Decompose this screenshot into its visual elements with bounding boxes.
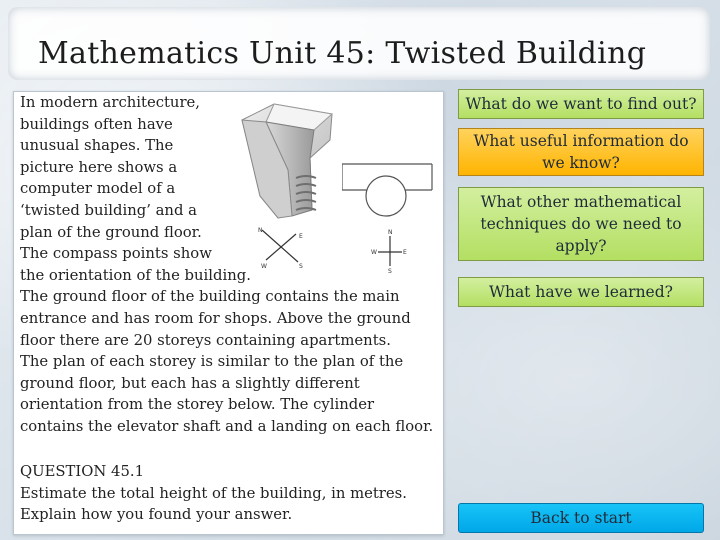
techniques-button[interactable]: What other mathematical techniques do we… <box>458 187 704 261</box>
question-text: Explain how you found your answer. <box>20 506 293 524</box>
page-title: Mathematics Unit 45: Twisted Building <box>38 36 647 71</box>
question-text: Estimate the total height of the buildin… <box>20 484 407 502</box>
text-line: buildings often have <box>20 115 173 133</box>
title-box: Mathematics Unit 45: Twisted Building <box>8 7 710 80</box>
compass-east-label: E <box>299 233 303 240</box>
back-to-start-button-label: Back to start <box>530 509 632 527</box>
text-line: entrance and has room for shops. Above t… <box>20 310 411 327</box>
text-line: orientation from the storey below. The c… <box>20 396 375 414</box>
problem-panel: In modern architecture, buildings often … <box>13 91 444 535</box>
compass-icon: N E S W <box>371 229 407 274</box>
text-line: The ground floor of the building contain… <box>20 288 400 306</box>
text-line: picture here shows a <box>20 158 178 176</box>
learned-button-label: What have we learned? <box>489 283 673 301</box>
text-line: computer model of a <box>20 180 176 198</box>
learned-button[interactable]: What have we learned? <box>458 277 704 307</box>
find-out-button[interactable]: What do we want to find out? <box>458 89 704 119</box>
text-line: The compass points show <box>20 245 212 263</box>
compass-east-label: E <box>403 249 407 256</box>
text-line: unusual shapes. The <box>20 137 174 155</box>
compass-north-label: N <box>388 229 393 236</box>
ground-floor-plan <box>342 163 433 217</box>
text-line: the orientation of the building. <box>20 266 251 284</box>
question-heading: QUESTION 45.1 <box>20 463 144 480</box>
techniques-button-label: What other mathematical techniques do we… <box>480 193 682 255</box>
text-line: contains the elevator shaft and a landin… <box>20 418 434 435</box>
find-out-button-label: What do we want to find out? <box>465 95 697 113</box>
text-line: In modern architecture, <box>20 94 200 111</box>
text-line: ‘twisted building’ and a <box>20 202 197 219</box>
text-line: plan of the ground floor. <box>20 223 202 241</box>
useful-info-button[interactable]: What useful information do we know? <box>458 128 704 176</box>
text-line: floor there are 20 storeys containing ap… <box>20 331 391 349</box>
back-to-start-button[interactable]: Back to start <box>458 503 704 533</box>
rotated-compass-icon: N E S W <box>258 227 303 270</box>
compass-west-label: W <box>261 263 267 270</box>
compass-west-label: W <box>371 249 377 256</box>
text-line: ground floor, but each has a slightly di… <box>20 374 360 392</box>
compass-north-label: N <box>258 227 263 234</box>
useful-info-button-label: What useful information do we know? <box>473 132 689 172</box>
text-line: The plan of each storey is similar to th… <box>20 353 404 371</box>
twisted-building-image <box>241 103 334 219</box>
compass-south-label: S <box>388 268 392 274</box>
compass-south-label: S <box>299 263 303 270</box>
